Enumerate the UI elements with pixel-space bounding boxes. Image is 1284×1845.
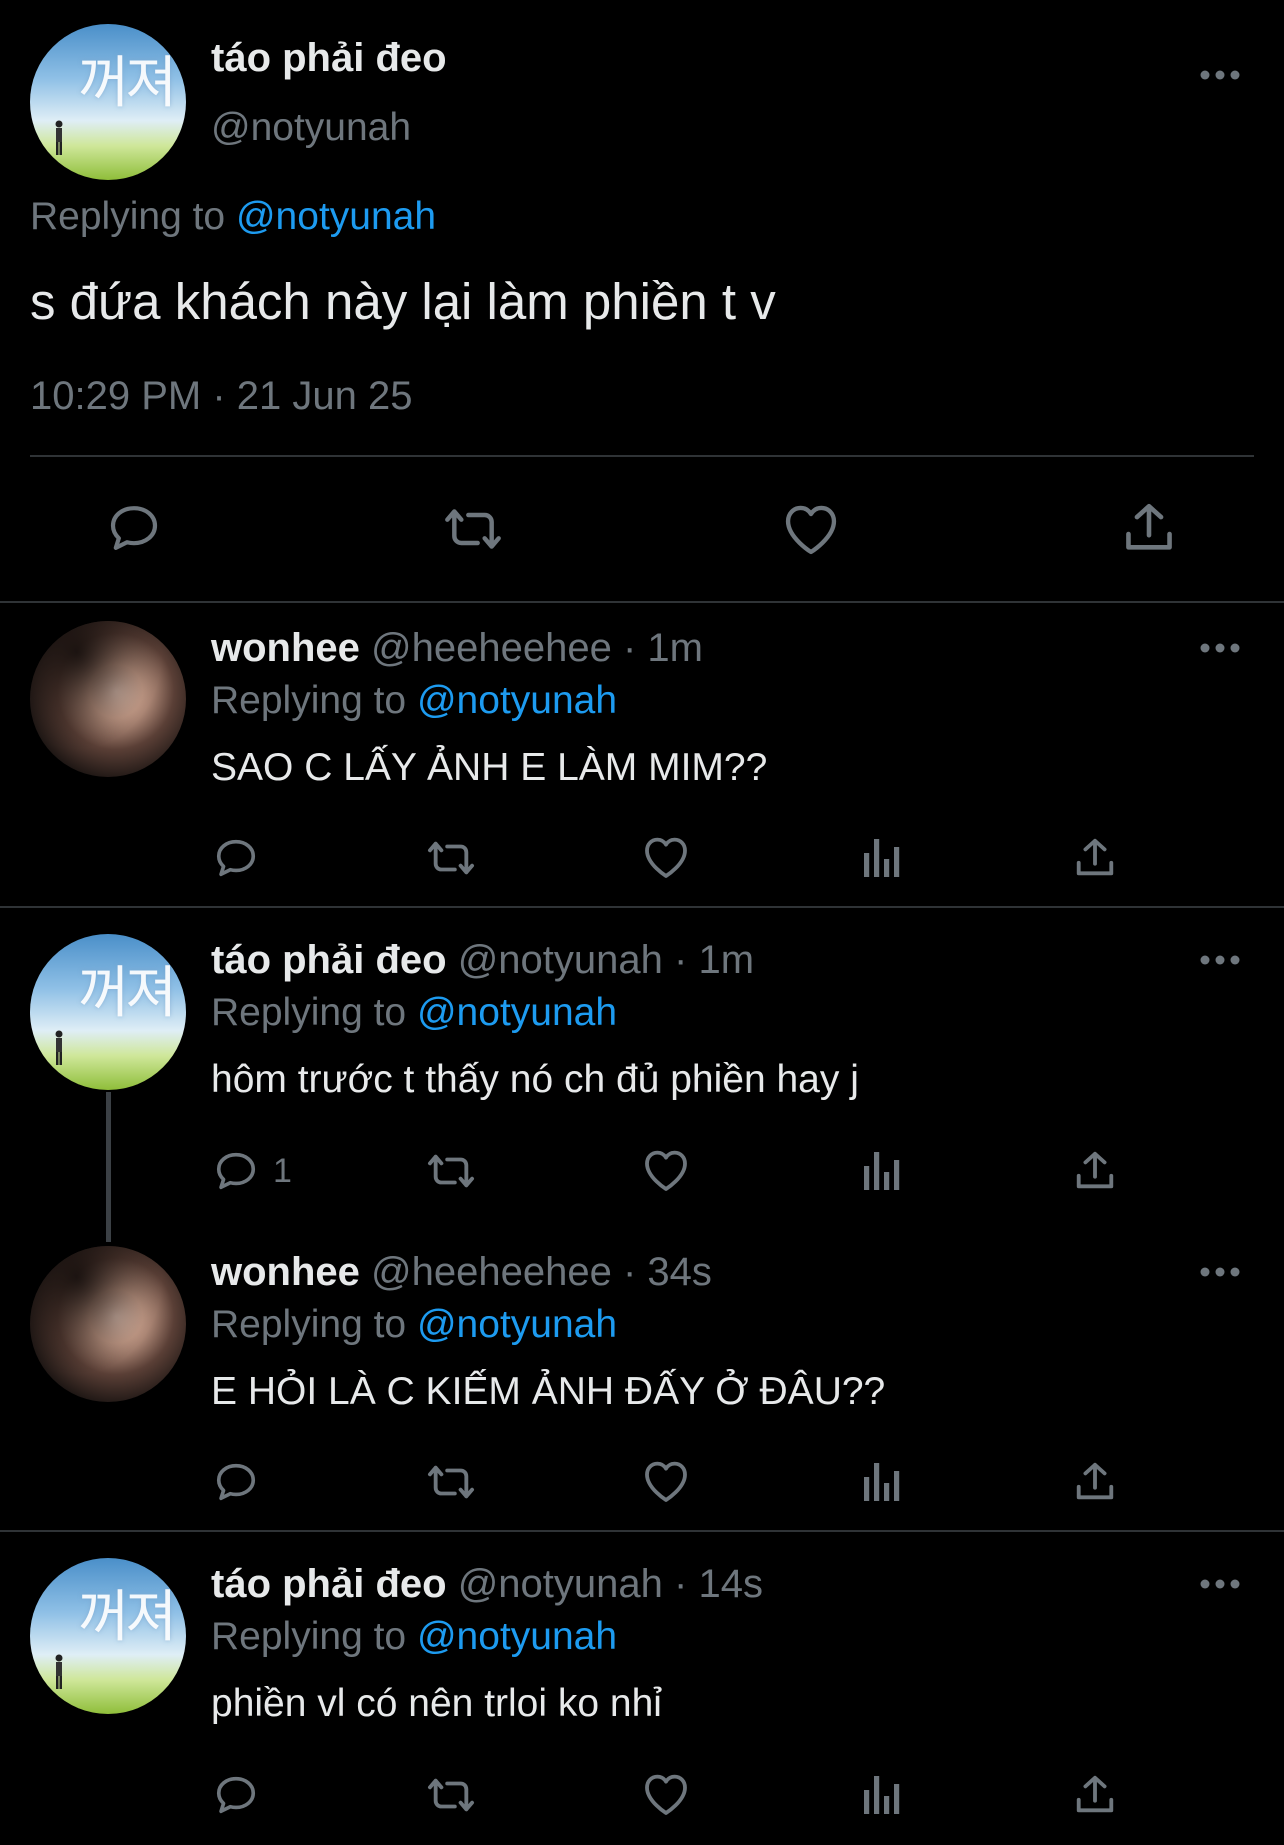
display-name[interactable]: wonhee [211, 1250, 360, 1294]
divider [30, 455, 1254, 457]
like-icon[interactable] [642, 835, 690, 879]
like-icon[interactable] [642, 1772, 690, 1816]
divider [0, 906, 1284, 908]
retweet-icon[interactable] [439, 501, 507, 557]
avatar-logo-text: 꺼져 [78, 1585, 177, 1650]
divider [0, 601, 1284, 603]
more-icon[interactable] [1200, 70, 1240, 80]
avatar[interactable]: 꺼져 [30, 1558, 186, 1714]
retweet-icon[interactable] [423, 1459, 479, 1505]
person-figure-icon [55, 120, 63, 155]
display-name[interactable]: wonhee [211, 626, 360, 670]
reply-icon[interactable] [213, 1459, 259, 1505]
display-name[interactable]: táo phải đeo [211, 1562, 447, 1606]
more-icon[interactable] [1200, 955, 1240, 965]
avatar[interactable] [30, 621, 186, 777]
reply-icon[interactable] [106, 500, 162, 556]
like-icon[interactable] [782, 502, 840, 556]
like-icon[interactable] [642, 1459, 690, 1503]
reply-count: 1 [273, 1152, 292, 1190]
tweet-header: wonhee @heeheehee · 34s [211, 1250, 712, 1295]
replying-to-label: Replying to [211, 991, 407, 1034]
replying-to-line: Replying to @notyunah [211, 991, 617, 1035]
handle[interactable]: @notyunah [211, 106, 411, 150]
share-icon[interactable] [1072, 835, 1118, 881]
replying-to-link[interactable]: @notyunah [417, 991, 617, 1034]
replying-to-line: Replying to @notyunah [211, 679, 617, 723]
tweet-text: hôm trước t thấy nó ch đủ phiền hay j [211, 1058, 859, 1101]
thread-line [106, 1092, 111, 1242]
more-icon[interactable] [1200, 1267, 1240, 1277]
views-icon[interactable] [862, 1772, 902, 1816]
share-icon[interactable] [1072, 1459, 1118, 1505]
share-icon[interactable] [1072, 1148, 1118, 1194]
handle-time[interactable]: @heeheehee · 1m [371, 626, 703, 670]
views-icon[interactable] [862, 1148, 902, 1192]
timestamp[interactable]: 10:29 PM · 21 Jun 25 [30, 374, 412, 419]
handle-time[interactable]: @notyunah · 14s [458, 1562, 763, 1606]
avatar-logo-text: 꺼져 [78, 51, 177, 116]
replying-to-link[interactable]: @notyunah [236, 195, 436, 238]
replying-to-link[interactable]: @notyunah [417, 1303, 617, 1346]
tweet-text: SAO C LẤY ẢNH E LÀM MIM?? [211, 746, 768, 789]
avatar[interactable]: 꺼져 [30, 934, 186, 1090]
display-name[interactable]: táo phải đeo [211, 938, 447, 982]
replying-to-label: Replying to [30, 195, 226, 238]
tweet-text: phiền vl có nên trloi ko nhỉ [211, 1682, 662, 1725]
reply-icon[interactable] [213, 1148, 259, 1194]
reply-icon[interactable] [213, 1772, 259, 1818]
avatar-logo-text: 꺼져 [78, 961, 177, 1026]
more-icon[interactable] [1200, 643, 1240, 653]
person-figure-icon [55, 1654, 63, 1689]
replying-to-line: Replying to @notyunah [211, 1303, 617, 1347]
tweet-text: E HỎI LÀ C KIẾM ẢNH ĐẤY Ở ĐÂU?? [211, 1370, 886, 1413]
avatar[interactable] [30, 1246, 186, 1402]
replying-to-link[interactable]: @notyunah [417, 679, 617, 722]
like-icon[interactable] [642, 1148, 690, 1192]
tweet-header: táo phải đeo @notyunah · 14s [211, 1562, 763, 1607]
handle-time[interactable]: @heeheehee · 34s [371, 1250, 712, 1294]
tweet-text: s đứa khách này lại làm phiền t v [30, 273, 776, 330]
share-icon[interactable] [1120, 499, 1178, 557]
tweet-header: táo phải đeo @notyunah · 1m [211, 938, 754, 983]
reply-icon[interactable] [213, 835, 259, 881]
display-name[interactable]: táo phải đeo [211, 36, 447, 81]
avatar[interactable]: 꺼져 [30, 24, 186, 180]
more-icon[interactable] [1200, 1579, 1240, 1589]
replying-to-label: Replying to [211, 679, 407, 722]
replying-to-link[interactable]: @notyunah [417, 1615, 617, 1658]
handle-time[interactable]: @notyunah · 1m [458, 938, 754, 982]
share-icon[interactable] [1072, 1772, 1118, 1818]
views-icon[interactable] [862, 835, 902, 879]
replying-to-line: Replying to @notyunah [30, 195, 436, 239]
person-figure-icon [55, 1030, 63, 1065]
tweet-header: wonhee @heeheehee · 1m [211, 626, 703, 671]
retweet-icon[interactable] [423, 1148, 479, 1194]
replying-to-label: Replying to [211, 1615, 407, 1658]
replying-to-label: Replying to [211, 1303, 407, 1346]
replying-to-line: Replying to @notyunah [211, 1615, 617, 1659]
views-icon[interactable] [862, 1459, 902, 1503]
divider [0, 1530, 1284, 1532]
retweet-icon[interactable] [423, 1772, 479, 1818]
retweet-icon[interactable] [423, 835, 479, 881]
